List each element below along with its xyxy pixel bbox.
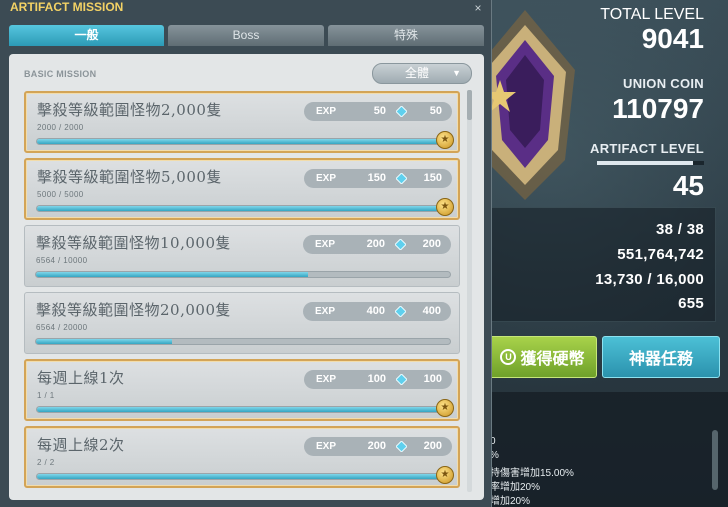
mission-title: 擊殺等級範圍怪物5,000隻 <box>37 168 222 186</box>
coin-reward-value: 50 <box>429 105 442 117</box>
exp-label: EXP <box>316 441 337 452</box>
diamond-icon <box>395 239 406 250</box>
effect-line: 持傷害增加15.00% <box>490 468 574 479</box>
mission-title: 每週上線2次 <box>37 436 125 454</box>
coin-reward-value: 400 <box>422 305 441 317</box>
artifact-level-label: ARTIFACT LEVEL <box>590 141 704 156</box>
artifact-level-bar <box>597 161 704 165</box>
medal-icon: ★ <box>436 399 454 417</box>
mission-progress-fill <box>36 272 308 277</box>
chevron-down-icon: ▼ <box>452 68 461 78</box>
diamond-icon <box>396 173 407 184</box>
mission-progress-fill <box>37 206 451 211</box>
mission-scrollbar[interactable] <box>467 90 472 492</box>
mission-progress-text: 2 / 2 <box>37 458 55 467</box>
total-level-label: TOTAL LEVEL <box>600 6 704 23</box>
mission-reward: EXP 400 400 <box>303 302 451 321</box>
mission-reward: EXP 100 100 <box>304 370 452 389</box>
mission-card[interactable]: 擊殺等級範圍怪物2,000隻 2000 / 2000 EXP 50 50 ★ <box>24 91 460 153</box>
union-coin-icon: U <box>500 349 517 365</box>
effects-scrollbar[interactable] <box>712 430 718 490</box>
mission-progress-bar <box>36 473 452 480</box>
filter-selected-value: 全體 <box>405 66 430 80</box>
medal-icon: ★ <box>436 198 454 216</box>
mission-progress-bar <box>36 205 452 212</box>
exp-label: EXP <box>316 374 337 385</box>
tab-general[interactable]: 一般 <box>9 25 164 46</box>
medal-icon: ★ <box>436 466 454 484</box>
mission-progress-bar <box>36 406 452 413</box>
detail-value-3: 13,730 / 16,000 <box>595 271 704 288</box>
diamond-icon <box>396 374 407 385</box>
mission-reward: EXP 200 200 <box>303 235 451 254</box>
mission-progress-text: 6564 / 10000 <box>36 256 88 265</box>
exp-reward-value: 150 <box>367 172 386 184</box>
mission-progress-fill <box>37 139 451 144</box>
artifact-effects-panel: 0 % 持傷害增加15.00% 率增加20% 增加20% <box>490 392 728 507</box>
exp-label: EXP <box>316 106 337 117</box>
exp-reward-value: 100 <box>367 373 386 385</box>
diamond-icon <box>396 441 407 452</box>
artifact-mission-button[interactable]: 神器任務 <box>602 336 720 378</box>
exp-reward-value: 400 <box>366 305 385 317</box>
close-icon[interactable]: × <box>471 1 485 15</box>
mission-progress-fill <box>37 407 451 412</box>
mission-card[interactable]: 每週上線2次 2 / 2 EXP 200 200 ★ <box>24 426 460 488</box>
mission-title: 擊殺等級範圍怪物2,000隻 <box>37 101 222 119</box>
mission-progress-fill <box>37 474 451 479</box>
exp-label: EXP <box>315 239 336 250</box>
mission-progress-bar <box>36 138 452 145</box>
get-coin-button[interactable]: U 獲得硬幣 <box>488 336 597 378</box>
tab-special[interactable]: 特殊 <box>328 25 484 46</box>
exp-reward-value: 200 <box>367 440 386 452</box>
mission-title: 擊殺等級範圍怪物20,000隻 <box>36 301 231 319</box>
detail-value-2: 551,764,742 <box>617 246 704 263</box>
artifact-mission-label: 神器任務 <box>628 351 693 368</box>
mission-title: 每週上線1次 <box>37 369 125 387</box>
union-coin-label: UNION COIN <box>623 76 704 91</box>
mission-reward: EXP 200 200 <box>304 437 452 456</box>
medal-icon: ★ <box>436 131 454 149</box>
detail-value-1: 38 / 38 <box>656 221 704 238</box>
section-title: BASIC MISSION <box>24 69 97 79</box>
artifact-level-value: 45 <box>672 170 704 201</box>
union-coin-value: 110797 <box>612 93 704 124</box>
mission-progress-text: 1 / 1 <box>37 391 55 400</box>
effect-line: 率增加20% <box>490 482 541 493</box>
diamond-icon <box>396 106 407 117</box>
exp-label: EXP <box>315 306 336 317</box>
exp-reward-value: 50 <box>373 105 386 117</box>
detail-value-4: 655 <box>678 295 704 312</box>
mission-reward: EXP 150 150 <box>304 169 452 188</box>
mission-title: 擊殺等級範圍怪物10,000隻 <box>36 234 231 252</box>
mission-card[interactable]: 擊殺等級範圍怪物20,000隻 6564 / 20000 EXP 400 400 <box>24 292 460 354</box>
coin-reward-value: 100 <box>423 373 442 385</box>
mission-card[interactable]: 擊殺等級範圍怪物10,000隻 6564 / 10000 EXP 200 200 <box>24 225 460 287</box>
mission-progress-text: 5000 / 5000 <box>37 190 84 199</box>
mission-progress-text: 2000 / 2000 <box>37 123 84 132</box>
exp-label: EXP <box>316 173 337 184</box>
mission-progress-fill <box>36 339 172 344</box>
mission-filter-select[interactable]: 全體 ▼ <box>372 63 472 84</box>
total-level-value: 9041 <box>641 23 704 54</box>
coin-reward-value: 200 <box>422 238 441 250</box>
mission-reward: EXP 50 50 <box>304 102 452 121</box>
coin-reward-value: 200 <box>423 440 442 452</box>
mission-progress-bar <box>35 338 451 345</box>
window-title: ARTIFACT MISSION <box>10 0 124 14</box>
diamond-icon <box>395 306 406 317</box>
mission-progress-text: 6564 / 20000 <box>36 323 88 332</box>
coin-reward-value: 150 <box>423 172 442 184</box>
tab-boss[interactable]: Boss <box>168 25 324 46</box>
mission-card[interactable]: 擊殺等級範圍怪物5,000隻 5000 / 5000 EXP 150 150 ★ <box>24 158 460 220</box>
artifact-level-bar-fill <box>597 161 694 165</box>
exp-reward-value: 200 <box>366 238 385 250</box>
get-coin-label: 獲得硬幣 <box>520 351 585 368</box>
mission-card[interactable]: 每週上線1次 1 / 1 EXP 100 100 ★ <box>24 359 460 421</box>
scrollbar-thumb[interactable] <box>467 90 472 120</box>
mission-progress-bar <box>35 271 451 278</box>
effect-line: 增加20% <box>490 496 531 507</box>
